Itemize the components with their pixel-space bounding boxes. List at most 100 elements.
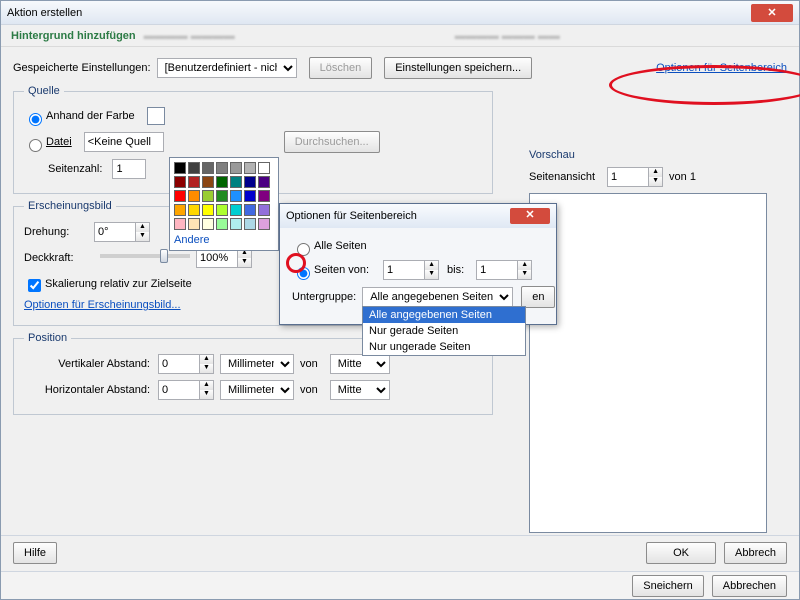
color-swatch[interactable] [258, 176, 270, 188]
vertical-spinner[interactable]: ▲▼ [158, 354, 214, 374]
from-label: von [300, 358, 318, 370]
color-swatch[interactable] [216, 176, 228, 188]
to-spinner[interactable]: ▲▼ [476, 260, 532, 280]
subset-option-2[interactable]: Nur ungerade Seiten [363, 339, 525, 355]
color-swatch[interactable] [188, 204, 200, 216]
color-swatch[interactable] [202, 162, 214, 174]
from-spinner[interactable]: ▲▼ [383, 260, 439, 280]
opacity-slider[interactable] [100, 254, 190, 258]
horizontal-anchor-select[interactable]: Mitte [330, 380, 390, 400]
up-arrow-icon[interactable]: ▲ [136, 223, 149, 232]
horizontal-unit-select[interactable]: Millimeter [220, 380, 294, 400]
more-colors-link[interactable]: Andere [174, 234, 274, 246]
color-swatch[interactable] [202, 190, 214, 202]
color-swatch[interactable] [258, 190, 270, 202]
opacity-label: Deckkraft: [24, 252, 88, 264]
color-swatch[interactable] [202, 176, 214, 188]
color-swatch[interactable] [244, 218, 256, 230]
color-swatch[interactable] [230, 218, 242, 230]
page-view-spinner[interactable]: ▲▼ [607, 167, 663, 187]
color-swatch[interactable] [244, 204, 256, 216]
ok-button[interactable]: OK [646, 542, 716, 564]
color-swatch[interactable] [230, 176, 242, 188]
color-swatch[interactable] [230, 190, 242, 202]
to-label: bis: [447, 264, 464, 276]
outer-cancel-button[interactable]: Abbrechen [712, 575, 787, 597]
color-swatch[interactable] [188, 162, 200, 174]
subset-dropdown-list: Alle angegebenen Seiten Nur gerade Seite… [362, 306, 526, 356]
saved-settings-select[interactable]: [Benutzerdefiniert - nich [157, 58, 297, 78]
preview-legend: Vorschau [529, 149, 799, 161]
by-color-label: Anhand der Farbe [46, 110, 135, 122]
rotation-input[interactable] [94, 222, 136, 242]
color-swatch[interactable] [244, 190, 256, 202]
color-swatch[interactable] [174, 204, 186, 216]
pages-from-radio[interactable] [297, 267, 310, 280]
subset-option-0[interactable]: Alle angegebenen Seiten [363, 307, 525, 323]
opacity-input[interactable] [196, 248, 238, 268]
color-swatch[interactable] [174, 218, 186, 230]
color-swatch[interactable] [174, 190, 186, 202]
delete-button[interactable]: Löschen [309, 57, 373, 79]
save-settings-button[interactable]: Einstellungen speichern... [384, 57, 532, 79]
appearance-options-link[interactable]: Optionen für Erscheinungsbild... [24, 299, 181, 311]
cancel-button[interactable]: Abbrech [724, 542, 787, 564]
color-swatch[interactable] [202, 218, 214, 230]
main-window: Aktion erstellen ✕ Hintergrund hinzufüge… [0, 0, 800, 600]
color-swatch[interactable] [230, 162, 242, 174]
by-color-radio[interactable] [29, 113, 42, 126]
color-swatch[interactable] [216, 218, 228, 230]
page-count-input[interactable] [112, 159, 146, 179]
color-swatch[interactable] [258, 162, 270, 174]
subset-select[interactable]: Alle angegebenen Seiten [362, 287, 513, 307]
page-of-label: von 1 [669, 171, 696, 183]
color-picker-popup: Andere [169, 157, 279, 251]
down-arrow-icon[interactable]: ▼ [238, 258, 251, 267]
file-path-input[interactable] [84, 132, 164, 152]
down-arrow-icon[interactable]: ▼ [136, 232, 149, 241]
slider-thumb[interactable] [160, 249, 168, 263]
color-swatch[interactable] [188, 218, 200, 230]
color-swatch[interactable] [174, 176, 186, 188]
window-close-button[interactable]: ✕ [751, 4, 793, 22]
color-swatch[interactable] [216, 162, 228, 174]
browse-button[interactable]: Durchsuchen... [284, 131, 380, 153]
page-range-options-link[interactable]: Optionen für Seitenbereich [656, 62, 787, 74]
modal-partial-button[interactable]: en [521, 286, 555, 308]
page-view-label: Seitenansicht [529, 171, 595, 183]
saved-settings-label: Gespeicherte Einstellungen: [13, 62, 151, 74]
color-swatch[interactable] [258, 218, 270, 230]
color-swatch[interactable] [202, 204, 214, 216]
scale-checkbox[interactable] [28, 279, 41, 292]
modal-titlebar: Optionen für Seitenbereich ✕ [280, 204, 556, 228]
color-swatch[interactable] [216, 190, 228, 202]
subset-label: Untergruppe: [292, 291, 356, 303]
modal-close-button[interactable]: ✕ [510, 208, 550, 224]
color-swatch[interactable] [258, 204, 270, 216]
subheader-faded: ▬▬▬▬ ▬▬▬▬ [144, 30, 235, 42]
color-swatch[interactable] [188, 190, 200, 202]
horizontal-distance-label: Horizontaler Abstand: [24, 384, 150, 396]
vertical-distance-label: Vertikaler Abstand: [24, 358, 150, 370]
vertical-anchor-select[interactable]: Mitte [330, 354, 390, 374]
rotation-spinner[interactable]: ▲▼ [94, 222, 150, 242]
color-swatch[interactable] [216, 204, 228, 216]
file-radio[interactable] [29, 139, 42, 152]
color-swatch[interactable] [174, 162, 186, 174]
color-swatch-button[interactable] [147, 107, 165, 125]
help-button[interactable]: Hilfe [13, 542, 57, 564]
color-swatch[interactable] [230, 204, 242, 216]
page-count-label: Seitenzahl: [48, 163, 102, 175]
vertical-unit-select[interactable]: Millimeter [220, 354, 294, 374]
opacity-spinner[interactable]: ▲▼ [196, 248, 252, 268]
subset-option-1[interactable]: Nur gerade Seiten [363, 323, 525, 339]
color-swatch[interactable] [244, 162, 256, 174]
color-swatch[interactable] [244, 176, 256, 188]
scale-label: Skalierung relativ zur Zielseite [45, 278, 192, 290]
horizontal-spinner[interactable]: ▲▼ [158, 380, 214, 400]
page-range-modal: Optionen für Seitenbereich ✕ Alle Seiten… [279, 203, 557, 325]
all-pages-radio[interactable] [297, 243, 310, 256]
color-swatch[interactable] [188, 176, 200, 188]
outer-save-button[interactable]: Sneichern [632, 575, 704, 597]
subheader: Hintergrund hinzufügen ▬▬▬▬ ▬▬▬▬ ▬▬▬▬ ▬▬… [1, 25, 799, 47]
